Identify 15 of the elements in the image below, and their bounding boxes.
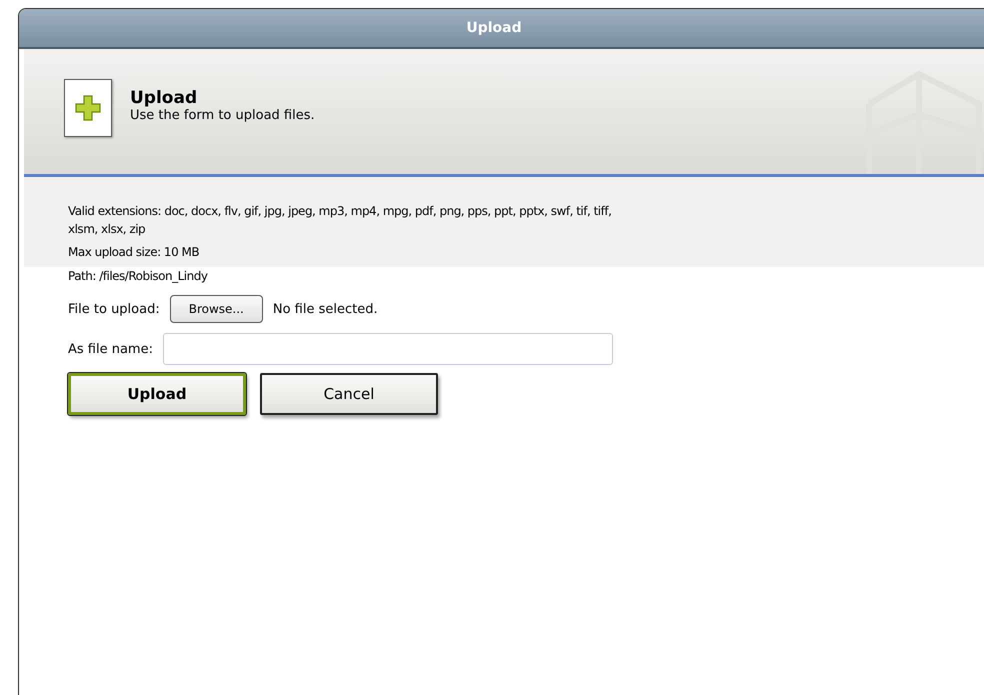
file-name-label: As file name: bbox=[68, 342, 153, 356]
plus-icon bbox=[64, 78, 112, 136]
browse-button[interactable]: Browse... bbox=[170, 295, 263, 323]
file-label: File to upload: bbox=[68, 302, 160, 316]
extensions-text: Valid extensions: doc, docx, flv, gif, jpg, jpeg, mp3, mp4, mpg, pdf, png, pps, ppt, pptx, swf, tif, tiff, bbox=[68, 203, 612, 219]
upload-button[interactable]: Upload bbox=[68, 373, 246, 415]
cancel-button[interactable]: Cancel bbox=[260, 373, 438, 415]
path-text: Path: /files/Robison_Lindy bbox=[68, 268, 208, 285]
extensions-text: xlsm, xlsx, zip bbox=[68, 221, 146, 238]
file-status-text: No file selected. bbox=[272, 302, 378, 316]
file-name-field[interactable] bbox=[162, 333, 613, 365]
max-size-text: Max upload size: 10 MB bbox=[68, 244, 200, 261]
header-subtitle: Use the form to upload files. bbox=[130, 108, 315, 123]
header-title: Upload bbox=[130, 88, 198, 108]
window-title: Upload bbox=[466, 20, 522, 36]
